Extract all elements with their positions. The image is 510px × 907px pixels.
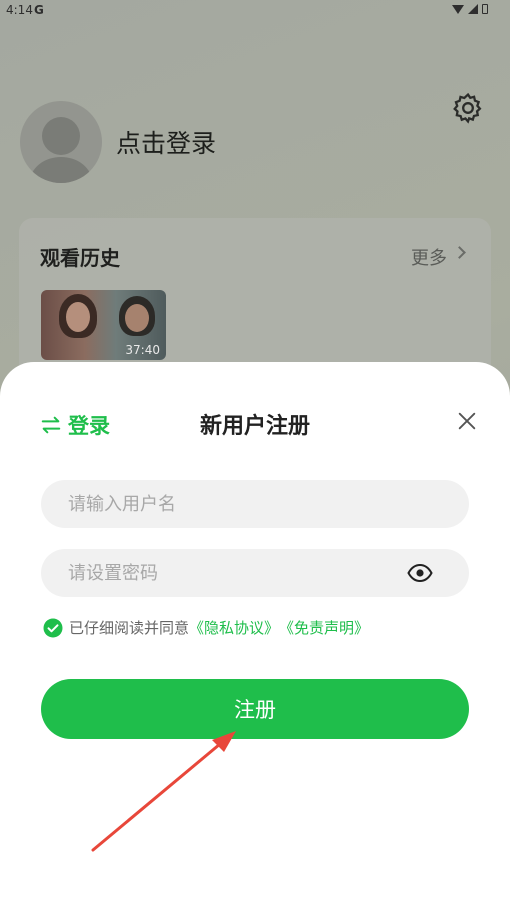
sheet-title: 新用户注册 — [199, 414, 310, 439]
check-circle-icon[interactable] — [43, 618, 63, 638]
avatar[interactable] — [20, 101, 102, 183]
battery-icon — [482, 4, 488, 14]
eye-icon[interactable] — [407, 563, 433, 583]
carrier-icon: G — [34, 3, 44, 17]
password-input[interactable] — [41, 549, 469, 597]
signal-icon — [468, 4, 478, 14]
history-title: 观看历史 — [40, 246, 120, 270]
status-bar: 4:14 G — [0, 0, 510, 22]
history-thumbnail[interactable]: 37:40 — [41, 290, 166, 360]
username-input[interactable] — [41, 480, 469, 528]
agreement-text: 已仔细阅读并同意 — [69, 619, 190, 637]
disclaimer-link[interactable]: 《免责声明》 — [279, 617, 369, 638]
status-time: 4:14 — [6, 3, 33, 17]
register-button[interactable]: 注册 — [41, 679, 469, 739]
avatar-body — [30, 157, 92, 183]
avatar-head — [42, 117, 80, 155]
status-icons — [452, 4, 488, 14]
thumbnail-person-face — [66, 302, 90, 332]
agreement-row: 已仔细阅读并同意 《隐私协议》 《免责声明》 — [43, 617, 369, 638]
chevron-right-icon — [453, 246, 466, 259]
username-field-container — [41, 480, 469, 528]
wifi-icon — [452, 4, 464, 14]
login-prompt[interactable]: 点击登录 — [116, 124, 216, 160]
privacy-policy-link[interactable]: 《隐私协议》 — [189, 617, 279, 638]
gear-icon[interactable] — [451, 91, 485, 125]
close-icon[interactable] — [456, 410, 478, 432]
history-more-link[interactable]: 更多 — [411, 244, 447, 270]
thumbnail-duration: 37:40 — [125, 343, 160, 357]
thumbnail-person-face — [125, 304, 149, 332]
password-field-container — [41, 549, 469, 597]
register-sheet: 登录 新用户注册 已仔细阅读并同意 《隐私协议》 《免责声明》 注册 — [0, 362, 510, 907]
